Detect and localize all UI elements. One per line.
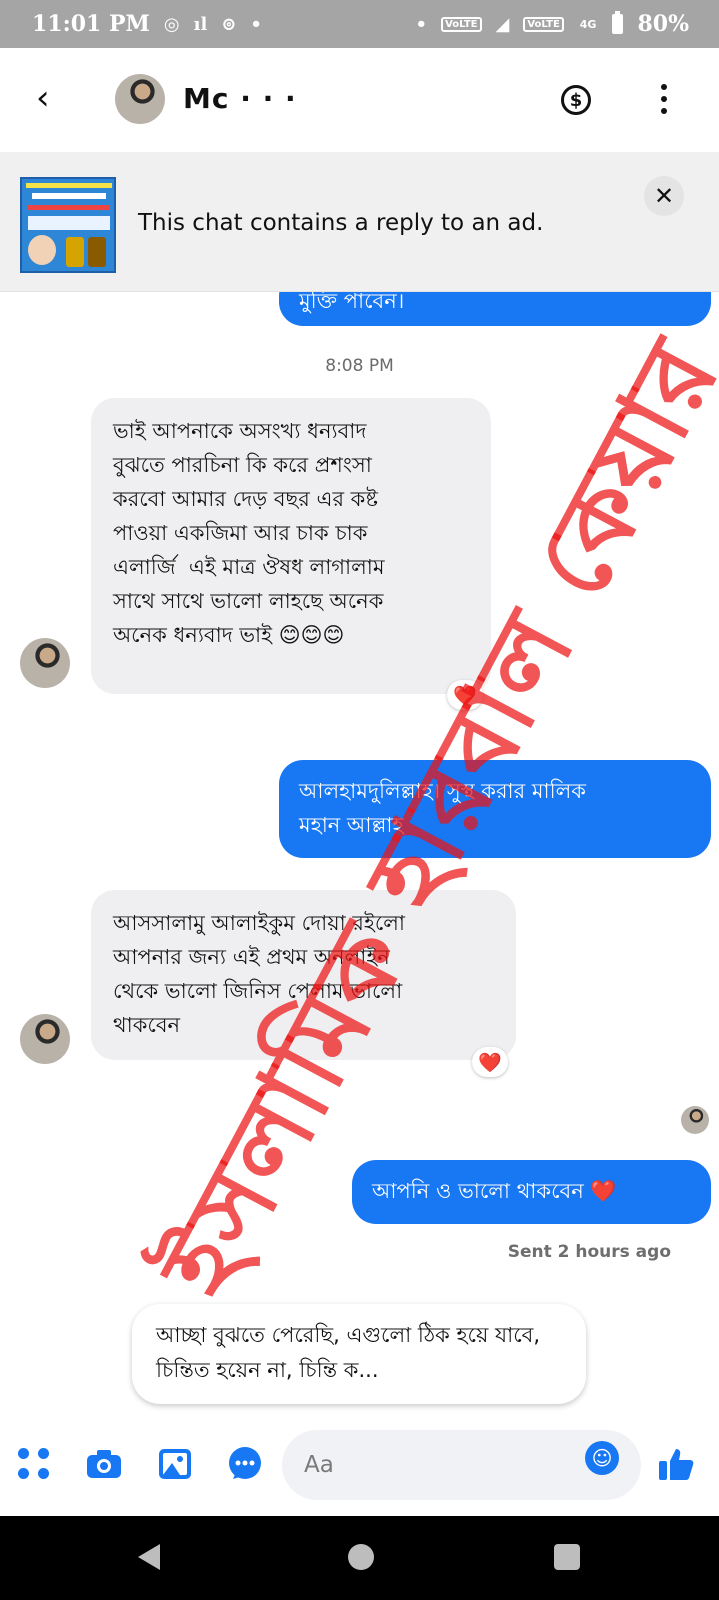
message-text: আলহামদুলিল্লাহ। সুস্থ করার মালিক মহান আল…: [299, 779, 586, 837]
dollar-icon[interactable]: $: [561, 85, 591, 115]
battery-icon: [612, 11, 624, 34]
status-right: • VoLTE ◢ VoLTE 4G 80%: [416, 11, 689, 37]
nav-back-icon[interactable]: [138, 1544, 160, 1570]
ad-banner-text: This chat contains a reply to an ad.: [138, 210, 544, 236]
system-nav-bar: [0, 1516, 719, 1600]
message-text: মুক্তি পাবেন।: [299, 292, 405, 313]
status-time: 11:01 PM: [32, 11, 150, 37]
outgoing-message[interactable]: আপনি ও ভালো থাকবেন ❤️: [352, 1160, 711, 1224]
back-icon[interactable]: ‹: [36, 81, 64, 115]
incoming-message[interactable]: ভাই আপনাকে অসংখ্য ধন্যবাদ বুঝতে পারচিনা …: [91, 398, 491, 694]
contact-avatar[interactable]: [115, 74, 165, 124]
close-icon[interactable]: ✕: [644, 176, 684, 216]
outgoing-message[interactable]: মুক্তি পাবেন।: [279, 292, 711, 326]
network-type-badge: 4G: [579, 17, 597, 31]
volte-badge-1: VoLTE: [441, 16, 482, 32]
dot-icon: •: [415, 13, 428, 35]
heart-reaction[interactable]: ❤️: [447, 680, 483, 710]
composer-bar: Aa ☺: [0, 1420, 719, 1516]
chat-header: ‹ Mc · · · $: [0, 48, 719, 152]
contact-avatar-small[interactable]: [20, 1014, 70, 1064]
signal-icon: ◢: [495, 13, 510, 35]
hotspot-icon: ⊚: [221, 13, 237, 35]
emoji-icon[interactable]: ☺: [585, 1441, 619, 1475]
like-icon[interactable]: [656, 1444, 696, 1484]
incoming-message[interactable]: আসসালামু আলাইকুম দোয়া রইলো আপনার জন্য এ…: [91, 890, 516, 1060]
message-text: আসসালামু আলাইকুম দোয়া রইলো আপনার জন্য এ…: [113, 911, 406, 1037]
more-icon[interactable]: [658, 84, 670, 114]
camera-icon[interactable]: [84, 1444, 124, 1484]
nav-recents-icon[interactable]: [554, 1544, 580, 1570]
sent-status: Sent 2 hours ago: [507, 1242, 671, 1262]
contact-avatar-small[interactable]: [20, 638, 70, 688]
contact-name[interactable]: Mc · · ·: [183, 82, 297, 115]
ad-thumbnail[interactable]: [20, 177, 116, 273]
battery-level: 80%: [637, 11, 689, 37]
message-input-placeholder: Aa: [304, 1452, 334, 1478]
message-list[interactable]: মুক্তি পাবেন। 8:08 PM ভাই আপনাকে অসংখ্য …: [0, 292, 719, 1392]
whatsapp-icon: ◎: [163, 13, 180, 35]
apps-icon[interactable]: [14, 1444, 54, 1484]
chat-icon[interactable]: [225, 1444, 265, 1484]
outgoing-message[interactable]: আলহামদুলিল্লাহ। সুস্থ করার মালিক মহান আল…: [279, 760, 711, 858]
status-bar: 11:01 PM ◎ ıl ⊚ • • VoLTE ◢ VoLTE 4G 80%: [0, 0, 719, 48]
status-left: 11:01 PM ◎ ıl ⊚ •: [32, 11, 262, 37]
volte-badge-2: VoLTE: [523, 16, 564, 32]
gallery-icon[interactable]: [155, 1444, 195, 1484]
seen-avatar: [681, 1106, 709, 1134]
ad-reply-banner: This chat contains a reply to an ad.: [0, 152, 719, 292]
heart-reaction[interactable]: ❤️: [472, 1047, 508, 1077]
message-timestamp: 8:08 PM: [325, 356, 394, 376]
message-text: ভাই আপনাকে অসংখ্য ধন্যবাদ বুঝতে পারচিনা …: [113, 419, 385, 647]
nav-home-icon[interactable]: [348, 1544, 374, 1570]
dot-icon: •: [250, 13, 262, 35]
suggested-reply[interactable]: আচ্ছা বুঝতে পেরেছি, এগুলো ঠিক হয়ে যাবে,…: [132, 1304, 586, 1404]
signal-bars-icon: ıl: [193, 13, 208, 35]
message-text: আপনি ও ভালো থাকবেন ❤️: [372, 1179, 617, 1203]
suggested-reply-text: আচ্ছা বুঝতে পেরেছি, এগুলো ঠিক হয়ে যাবে,…: [156, 1323, 540, 1382]
